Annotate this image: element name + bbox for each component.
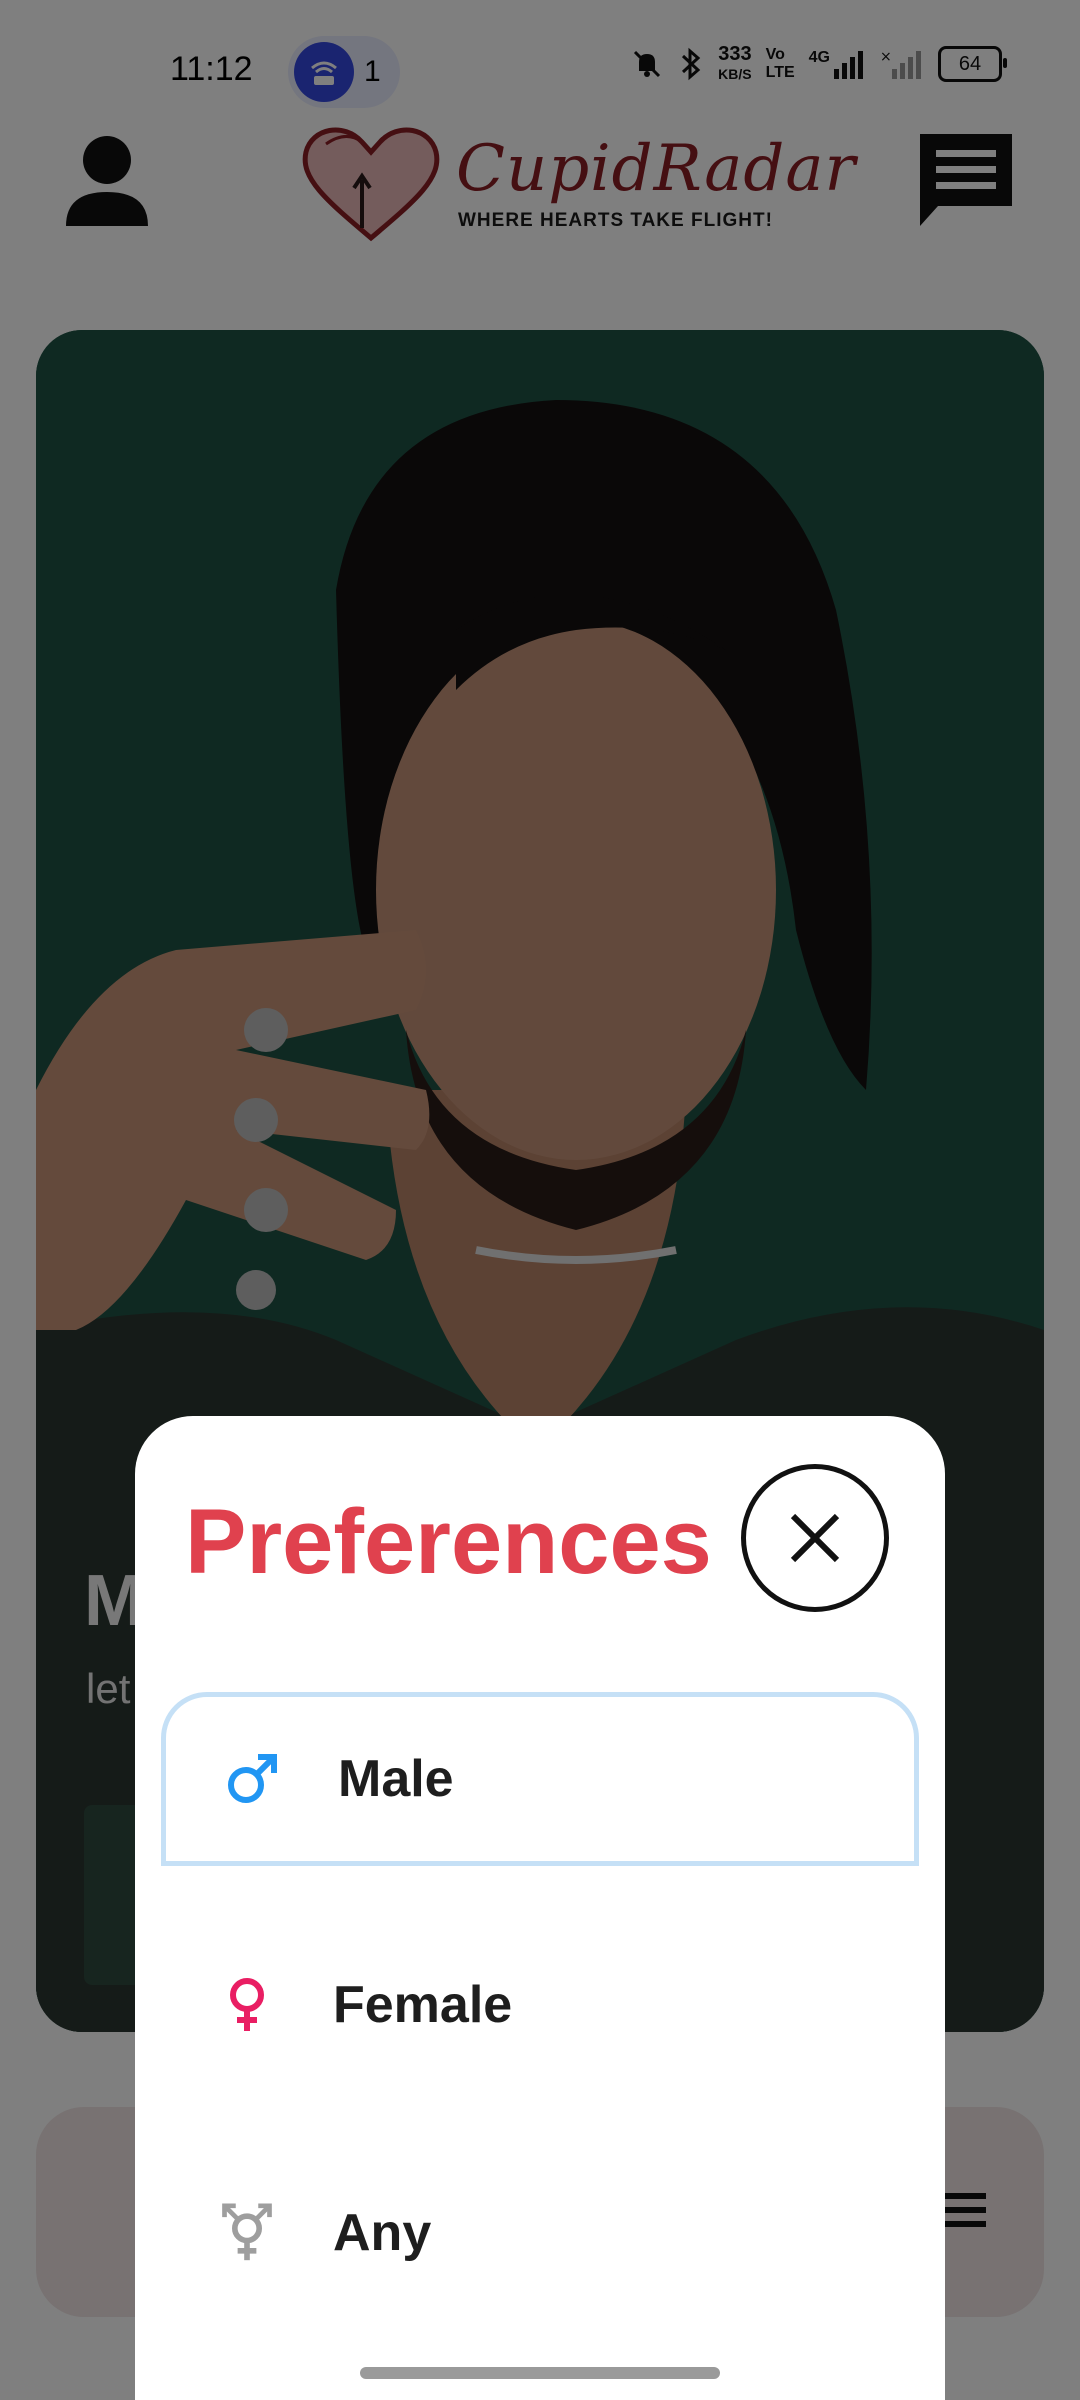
app-screen: 11:12 1 333 KB/S — [0, 0, 1080, 2400]
option-label: Male — [338, 1750, 454, 1808]
male-icon — [222, 1749, 282, 1809]
option-female[interactable]: Female — [161, 1918, 919, 2092]
option-label: Any — [333, 2204, 432, 2262]
gesture-handle[interactable] — [360, 2367, 720, 2379]
option-label: Female — [333, 1976, 513, 2034]
option-any[interactable]: Any — [161, 2146, 919, 2320]
option-male[interactable]: Male — [161, 1692, 919, 1866]
close-icon — [790, 1513, 840, 1563]
close-button[interactable] — [741, 1464, 889, 1612]
preferences-sheet: Preferences Male Female Any — [135, 1416, 945, 2400]
sheet-title: Preferences — [185, 1491, 712, 1593]
transgender-icon — [217, 2203, 277, 2263]
female-icon — [217, 1975, 277, 2035]
